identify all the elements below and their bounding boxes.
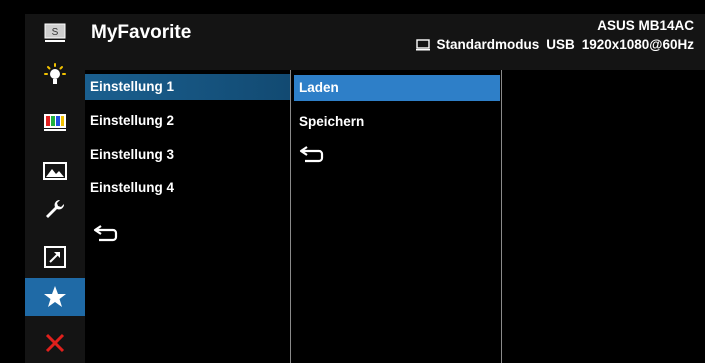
mode-label: Standardmodus — [436, 37, 540, 52]
shortcut-tab[interactable] — [25, 238, 85, 276]
brightness-tab[interactable] — [25, 57, 85, 95]
icon-rail: S — [25, 14, 85, 363]
column-divider — [290, 70, 291, 363]
system-setup-tab[interactable] — [25, 190, 85, 228]
monitor-model: ASUS MB14AC — [597, 18, 694, 33]
menu-item-einstellung-1[interactable]: Einstellung 1 — [85, 74, 290, 100]
image-icon — [43, 162, 67, 180]
menu-item-einstellung-2[interactable]: Einstellung 2 — [85, 108, 290, 134]
submenu-item-speichern[interactable]: Speichern — [294, 109, 500, 135]
resolution-label: 1920x1080@60Hz — [581, 37, 694, 52]
page-title: MyFavorite — [91, 22, 192, 43]
menu-item-einstellung-4[interactable]: Einstellung 4 — [85, 175, 290, 201]
header-bar: MyFavorite ASUS MB14AC Standardmodus USB… — [85, 14, 705, 70]
monitor-icon — [416, 38, 431, 50]
splendid-tab[interactable]: S — [25, 14, 85, 52]
color-tab[interactable] — [25, 103, 85, 141]
exit-icon — [45, 333, 65, 353]
splendid-icon: S — [44, 23, 66, 42]
svg-text:S: S — [52, 27, 59, 38]
menu-item-einstellung-3[interactable]: Einstellung 3 — [85, 142, 290, 168]
system-setup-icon — [46, 199, 65, 218]
myfavorite-tab[interactable] — [25, 278, 85, 316]
exit-tab[interactable] — [25, 324, 85, 362]
column-divider — [501, 70, 502, 363]
osd-menu: S MyFavorite ASUS MB14AC Standardmodus U… — [0, 0, 705, 363]
brightness-icon — [44, 63, 66, 84]
back-icon[interactable] — [299, 143, 325, 163]
back-icon[interactable] — [93, 222, 119, 242]
myfavorite-icon — [44, 286, 66, 307]
image-tab[interactable] — [25, 152, 85, 190]
shortcut-icon — [44, 246, 66, 268]
input-label: USB — [546, 37, 575, 52]
color-icon — [44, 114, 66, 131]
status-line: Standardmodus USB 1920x1080@60Hz — [416, 37, 694, 52]
submenu-item-laden[interactable]: Laden — [294, 75, 500, 101]
